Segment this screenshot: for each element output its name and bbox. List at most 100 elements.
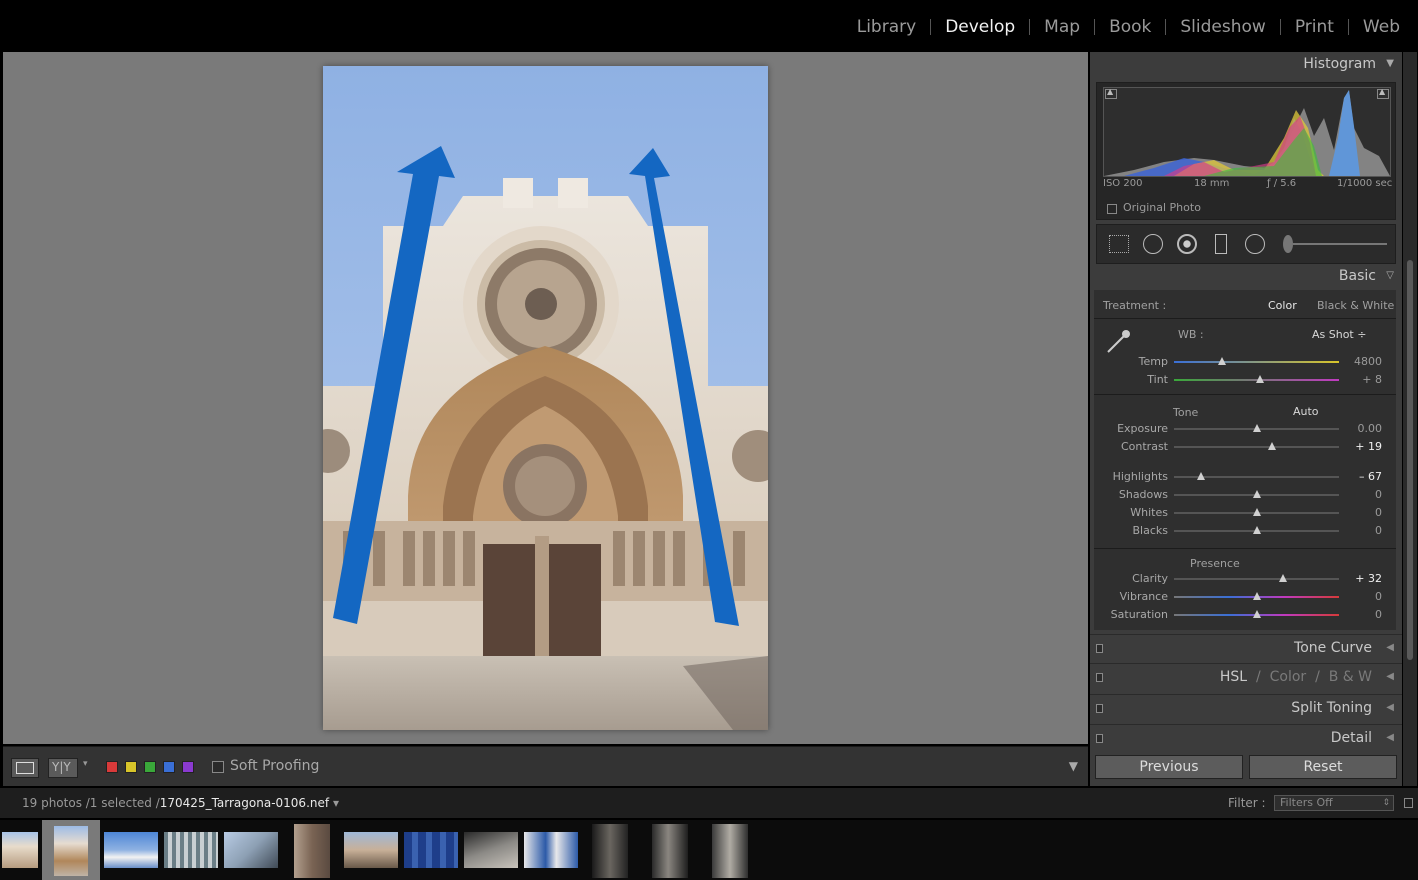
exposure-slider[interactable]: Exposure 0.00 xyxy=(1094,420,1396,438)
loupe-view-button[interactable] xyxy=(11,758,39,778)
scrollbar-thumb[interactable] xyxy=(1407,260,1413,660)
brush-track[interactable] xyxy=(1293,243,1387,245)
highlights-slider[interactable]: Highlights – 67 xyxy=(1094,468,1396,486)
temp-track[interactable] xyxy=(1174,357,1339,365)
graduated-filter-icon[interactable] xyxy=(1215,234,1227,254)
image-canvas[interactable] xyxy=(3,52,1088,744)
filmstrip-thumbnail[interactable] xyxy=(520,820,578,880)
tint-track[interactable] xyxy=(1174,375,1339,383)
before-after-dropdown-icon[interactable]: ▾ xyxy=(83,759,88,769)
blacks-track[interactable] xyxy=(1174,526,1339,534)
shadows-value[interactable]: 0 xyxy=(1375,488,1382,501)
clarity-thumb[interactable] xyxy=(1278,574,1287,582)
temp-value[interactable]: 4800 xyxy=(1354,355,1382,368)
tone-curve-header[interactable]: Tone Curve ◀ xyxy=(1090,634,1402,662)
filmstrip-thumbnail[interactable] xyxy=(400,820,458,880)
exposure-value[interactable]: 0.00 xyxy=(1358,422,1383,435)
split-toning-header[interactable]: Split Toning ◀ xyxy=(1090,694,1402,722)
temp-thumb[interactable] xyxy=(1217,357,1226,365)
shadow-clipping-icon[interactable]: ▲ xyxy=(1105,87,1117,99)
contrast-value[interactable]: + 19 xyxy=(1355,440,1382,453)
exposure-track[interactable] xyxy=(1174,424,1339,432)
shadows-slider[interactable]: Shadows 0 xyxy=(1094,486,1396,504)
clarity-slider[interactable]: Clarity + 32 xyxy=(1094,570,1396,588)
highlight-clipping-icon[interactable]: ▲ xyxy=(1377,87,1389,99)
toolbar-menu-chevron-icon[interactable]: ▼ xyxy=(1069,759,1078,773)
color-label-swatch[interactable] xyxy=(163,761,175,773)
filmstrip-thumbnail[interactable] xyxy=(160,820,218,880)
reset-button[interactable]: Reset xyxy=(1249,755,1397,779)
previous-button[interactable]: Previous xyxy=(1095,755,1243,779)
filter-select[interactable]: Filters Off ⇕ xyxy=(1274,795,1394,811)
clarity-value[interactable]: + 32 xyxy=(1355,572,1382,585)
panel-switch-icon[interactable] xyxy=(1096,673,1103,682)
temp-slider[interactable]: Temp 4800 xyxy=(1094,353,1396,371)
filmstrip-thumbnail[interactable] xyxy=(590,820,648,880)
panel-switch-icon[interactable] xyxy=(1096,644,1103,653)
red-eye-icon[interactable] xyxy=(1177,234,1197,254)
filmstrip-thumbnail-selected[interactable] xyxy=(42,820,100,880)
panel-switch-icon[interactable] xyxy=(1096,704,1103,713)
filmstrip-thumbnail[interactable] xyxy=(100,820,158,880)
exposure-thumb[interactable] xyxy=(1252,424,1261,432)
whites-track[interactable] xyxy=(1174,508,1339,516)
color-label-swatch[interactable] xyxy=(182,761,194,773)
whites-value[interactable]: 0 xyxy=(1375,506,1382,519)
highlights-track[interactable] xyxy=(1174,472,1339,480)
main-photo[interactable] xyxy=(323,66,768,730)
module-develop[interactable]: Develop xyxy=(931,17,1029,37)
treatment-bw-option[interactable]: Black & White xyxy=(1317,299,1394,312)
auto-tone-button[interactable]: Auto xyxy=(1293,405,1319,418)
clarity-track[interactable] xyxy=(1174,574,1339,582)
vibrance-thumb[interactable] xyxy=(1252,592,1261,600)
filmstrip-thumbnail[interactable] xyxy=(340,820,398,880)
module-print[interactable]: Print xyxy=(1281,17,1348,37)
basic-header[interactable]: Basic ▽ xyxy=(1090,264,1402,290)
shadows-track[interactable] xyxy=(1174,490,1339,498)
saturation-track[interactable] xyxy=(1174,610,1339,618)
shadows-thumb[interactable] xyxy=(1252,490,1261,498)
filmstrip-thumbnail[interactable] xyxy=(460,820,518,880)
vibrance-track[interactable] xyxy=(1174,592,1339,600)
filmstrip-thumbnail[interactable] xyxy=(710,820,768,880)
saturation-thumb[interactable] xyxy=(1252,610,1261,618)
original-photo-checkbox[interactable] xyxy=(1107,204,1117,214)
contrast-thumb[interactable] xyxy=(1268,442,1277,450)
saturation-value[interactable]: 0 xyxy=(1375,608,1382,621)
color-label-swatch[interactable] xyxy=(125,761,137,773)
filename-dropdown-icon[interactable]: ▾ xyxy=(333,796,339,810)
crop-overlay-icon[interactable] xyxy=(1109,235,1129,253)
treatment-color-option[interactable]: Color xyxy=(1268,299,1297,312)
whites-thumb[interactable] xyxy=(1252,508,1261,516)
contrast-track[interactable] xyxy=(1174,442,1339,450)
saturation-slider[interactable]: Saturation 0 xyxy=(1094,606,1396,624)
contrast-slider[interactable]: Contrast + 19 xyxy=(1094,438,1396,456)
wb-select[interactable]: As Shot ÷ xyxy=(1312,328,1366,341)
tint-thumb[interactable] xyxy=(1255,375,1264,383)
histogram-graph[interactable]: ▲ ▲ xyxy=(1103,87,1391,177)
adjustment-brush-icon[interactable] xyxy=(1283,235,1293,253)
spot-removal-icon[interactable] xyxy=(1143,234,1163,254)
histogram-header[interactable]: Histogram ▼ xyxy=(1090,52,1402,78)
hsl-tab[interactable]: HSL xyxy=(1220,669,1247,685)
bw-tab[interactable]: B & W xyxy=(1329,669,1372,685)
module-web[interactable]: Web xyxy=(1349,17,1414,37)
detail-header[interactable]: Detail ◀ xyxy=(1090,724,1402,752)
module-map[interactable]: Map xyxy=(1030,17,1094,37)
radial-filter-icon[interactable] xyxy=(1245,234,1265,254)
tint-value[interactable]: + 8 xyxy=(1362,373,1382,386)
before-after-button[interactable]: Y|Y xyxy=(48,758,78,778)
tint-slider[interactable]: Tint + 8 xyxy=(1094,371,1396,389)
highlights-value[interactable]: – 67 xyxy=(1359,470,1382,483)
blacks-thumb[interactable] xyxy=(1252,526,1261,534)
soft-proofing-checkbox[interactable] xyxy=(212,761,224,773)
filmstrip-source[interactable]: 19 photos /1 selected /170425_Tarragona-… xyxy=(22,796,339,810)
vibrance-value[interactable]: 0 xyxy=(1375,590,1382,603)
module-slideshow[interactable]: Slideshow xyxy=(1166,17,1279,37)
filmstrip-thumbnail[interactable] xyxy=(650,820,708,880)
white-balance-eyedropper-icon[interactable] xyxy=(1104,326,1134,356)
blacks-value[interactable]: 0 xyxy=(1375,524,1382,537)
color-tab[interactable]: Color xyxy=(1270,669,1307,685)
right-panel-scrollbar[interactable] xyxy=(1403,52,1417,786)
hsl-header[interactable]: HSL / Color / B & W ◀ xyxy=(1090,663,1402,691)
